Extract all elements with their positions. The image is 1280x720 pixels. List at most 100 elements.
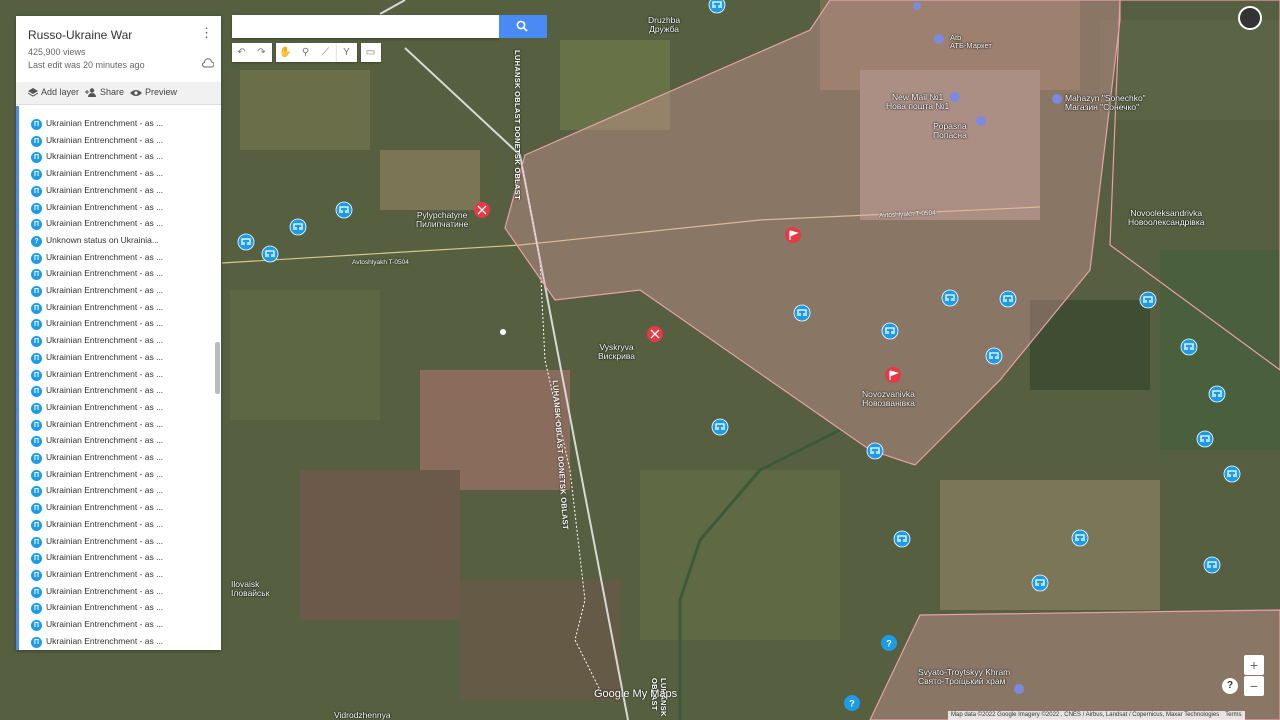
list-item[interactable]: П Ukrainian Entrenchment - as ... [31, 151, 163, 167]
drawing-toolbar: ✋ ⚲ ⟋ [276, 43, 338, 62]
more-options-icon[interactable]: ⋮ [200, 26, 213, 39]
panel-scrollbar[interactable] [215, 342, 220, 394]
list-item[interactable]: П Ukrainian Entrenchment - as ... [31, 519, 163, 535]
map-attribution: Map data ©2022 Google Imagery ©2022 , CN… [948, 711, 1245, 720]
entrenchment-icon: П [31, 169, 42, 181]
entrenchment-marker[interactable] [289, 218, 307, 236]
entrenchment-marker[interactable] [1180, 338, 1198, 356]
clash-marker[interactable] [474, 202, 490, 218]
entrenchment-marker[interactable] [941, 289, 959, 307]
place-mahazyn: Mahazyn "Sonechko" Магазин "Сонечко" [1065, 93, 1146, 112]
draw-line-icon[interactable]: ⟋ [316, 43, 335, 62]
entrenchment-marker[interactable] [1071, 529, 1089, 547]
list-item[interactable]: П Ukrainian Entrenchment - as ... [31, 252, 163, 268]
entrenchment-marker[interactable] [261, 245, 279, 263]
entrenchment-marker[interactable] [1196, 430, 1214, 448]
place-pylypchatyne: Pylypchatyne Пилипчатине [416, 210, 469, 229]
panel-actions: Add layer Share Preview [16, 82, 221, 105]
question-icon: ? [31, 235, 42, 247]
entrenchment-marker[interactable] [893, 530, 911, 548]
undo-icon[interactable]: ↶ [232, 43, 251, 62]
list-item[interactable]: П Ukrainian Entrenchment - as ... [31, 385, 163, 401]
question-marker[interactable]: ? [881, 635, 897, 651]
search-button[interactable] [499, 15, 547, 38]
entrenchment-marker[interactable] [708, 0, 726, 14]
list-item[interactable]: П Ukrainian Entrenchment - as ... [31, 619, 163, 635]
ruler-icon[interactable]: ▭ [361, 43, 380, 62]
list-item[interactable]: П Ukrainian Entrenchment - as ... [31, 435, 163, 451]
list-item[interactable]: П Ukrainian Entrenchment - as ... [31, 468, 164, 485]
search-input[interactable] [232, 15, 499, 38]
place-popasna: Popasna Попасна [933, 121, 967, 140]
entrenchment-marker[interactable] [866, 442, 884, 460]
list-item[interactable]: П Ukrainian Entrenchment - as ... [31, 335, 163, 351]
place-atb: Atb АТБ-Маркет [950, 33, 992, 50]
list-item[interactable]: П Ukrainian Entrenchment - as ... [31, 218, 163, 234]
list-item[interactable]: П Ukrainian Entrenchment - as ... [31, 568, 164, 585]
list-item[interactable]: П Ukrainian Entrenchment - as ... [31, 202, 163, 218]
list-item[interactable]: П Ukrainian Entrenchment - as ... [31, 302, 163, 318]
zoom-out-button[interactable]: − [1244, 676, 1264, 696]
share-button[interactable]: Share [85, 87, 124, 98]
entrenchment-icon: П [31, 319, 42, 331]
entrenchment-marker[interactable] [1203, 556, 1221, 574]
entrenchment-marker[interactable] [237, 233, 255, 251]
add-marker-icon[interactable]: ⚲ [296, 43, 315, 62]
entrenchment-marker[interactable] [711, 418, 729, 436]
flag-marker[interactable] [785, 227, 801, 243]
directions-icon[interactable]: Y [337, 43, 356, 62]
list-item[interactable]: П Ukrainian Entrenchment - as ... [31, 418, 164, 435]
list-item[interactable]: П Ukrainian Entrenchment - as ... [31, 352, 163, 368]
entrenchment-marker[interactable] [985, 347, 1003, 365]
list-item[interactable]: П Ukrainian Entrenchment - as ... [31, 285, 163, 301]
list-item[interactable]: П Ukrainian Entrenchment - as ... [31, 168, 163, 184]
list-item[interactable]: П Ukrainian Entrenchment - as ... [31, 118, 163, 134]
hand-tool-icon[interactable]: ✋ [276, 43, 295, 62]
list-item[interactable]: П Ukrainian Entrenchment - as ... [31, 636, 163, 650]
list-item[interactable]: П Ukrainian Entrenchment - as ... [31, 402, 163, 418]
flag-marker[interactable] [885, 367, 901, 383]
list-item-label: Ukrainian Entrenchment - as ... [46, 468, 164, 479]
terms-link[interactable]: Terms [1225, 712, 1241, 718]
layers-icon [27, 88, 39, 97]
entrenchment-icon: П [31, 135, 42, 147]
question-marker[interactable]: ? [844, 695, 860, 711]
entrenchment-marker[interactable] [999, 290, 1017, 308]
list-item[interactable]: П Ukrainian Entrenchment - as ... [31, 134, 164, 151]
list-item[interactable]: П Ukrainian Entrenchment - as ... [31, 586, 163, 602]
list-item-label: Ukrainian Entrenchment - as ... [46, 184, 164, 195]
list-item[interactable]: П Ukrainian Entrenchment - as ... [31, 552, 163, 568]
entrenchment-icon: П [31, 336, 42, 348]
list-item[interactable]: П Ukrainian Entrenchment - as ... [31, 184, 164, 201]
entrenchment-marker[interactable] [1223, 465, 1241, 483]
list-item[interactable]: П Ukrainian Entrenchment - as ... [31, 452, 163, 468]
entrenchment-marker[interactable] [1031, 574, 1049, 592]
preview-button[interactable]: Preview [130, 87, 177, 97]
entrenchment-marker[interactable] [1208, 385, 1226, 403]
zoom-in-button[interactable]: + [1244, 655, 1264, 675]
list-item-label: Ukrainian Entrenchment - as ... [46, 418, 164, 429]
list-item[interactable]: П Ukrainian Entrenchment - as ... [31, 318, 163, 334]
svg-text:?: ? [886, 639, 892, 649]
list-item-label: Ukrainian Entrenchment - as ... [46, 568, 164, 579]
list-item[interactable]: П Ukrainian Entrenchment - as ... [31, 602, 163, 618]
list-item[interactable]: П Ukrainian Entrenchment - as ... [31, 485, 163, 501]
redo-icon[interactable]: ↷ [252, 43, 271, 62]
help-icon[interactable]: ? [1222, 678, 1238, 694]
list-item[interactable]: П Ukrainian Entrenchment - as ... [31, 369, 163, 385]
entrenchment-icon: П [31, 185, 42, 197]
list-item[interactable]: ? Unknown status on Ukrainia... [31, 235, 159, 251]
entrenchment-marker[interactable] [793, 304, 811, 322]
entrenchment-marker[interactable] [881, 322, 899, 340]
add-layer-button[interactable]: Add layer [27, 87, 79, 97]
list-item[interactable]: П Ukrainian Entrenchment - as ... [31, 536, 163, 552]
map-title[interactable]: Russo-Ukraine War [28, 28, 132, 42]
list-item[interactable]: П Ukrainian Entrenchment - as ... [31, 268, 163, 284]
entrenchment-marker[interactable] [335, 201, 353, 219]
clash-marker[interactable] [647, 326, 663, 342]
entrenchment-marker[interactable] [1139, 291, 1157, 309]
place-vidrodzhennya: Vidrodzhennya [334, 710, 391, 720]
list-item[interactable]: П Ukrainian Entrenchment - as ... [31, 502, 163, 518]
avatar[interactable] [1238, 6, 1262, 30]
list-item-label: Ukrainian Entrenchment - as ... [46, 134, 164, 145]
